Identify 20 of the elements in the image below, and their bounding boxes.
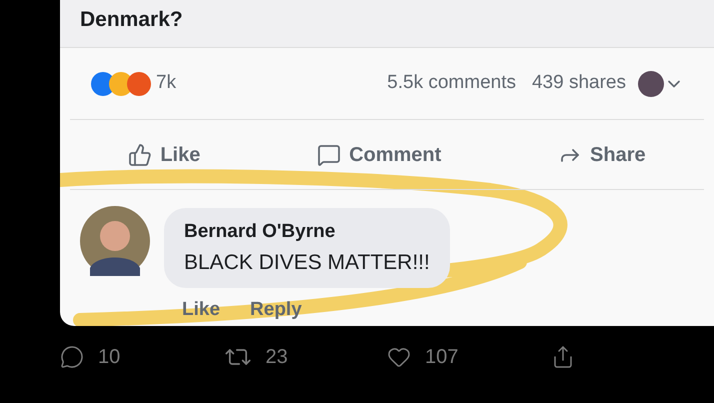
comment-text: BLACK DIVES MATTER!!! <box>184 250 430 276</box>
post-action-button[interactable]: Like <box>120 140 208 170</box>
avatar <box>80 206 150 276</box>
comment-author[interactable]: Bernard O'Byrne <box>184 218 430 246</box>
speech-bubble-icon <box>317 142 342 166</box>
profile-selector-avatar[interactable] <box>638 70 664 96</box>
tweet-action-count: 107 <box>425 345 458 370</box>
post-action-button[interactable]: Comment <box>309 140 450 170</box>
post-action-button[interactable]: Share <box>550 140 654 170</box>
heart-icon <box>387 345 411 369</box>
share-count[interactable]: 439 shares <box>532 69 626 98</box>
comment-count[interactable]: 5.5k comments <box>387 69 516 98</box>
reply-icon <box>60 345 84 369</box>
tweet-action-count: 23 <box>266 345 288 370</box>
comment-link[interactable]: Reply <box>250 296 302 324</box>
thumbs-up-icon <box>128 142 152 166</box>
tweet-action-count: 10 <box>98 345 120 370</box>
post-question: Denmark? <box>80 6 183 32</box>
reaction-count[interactable]: 7k <box>156 69 176 98</box>
reactions-icon <box>90 70 152 96</box>
